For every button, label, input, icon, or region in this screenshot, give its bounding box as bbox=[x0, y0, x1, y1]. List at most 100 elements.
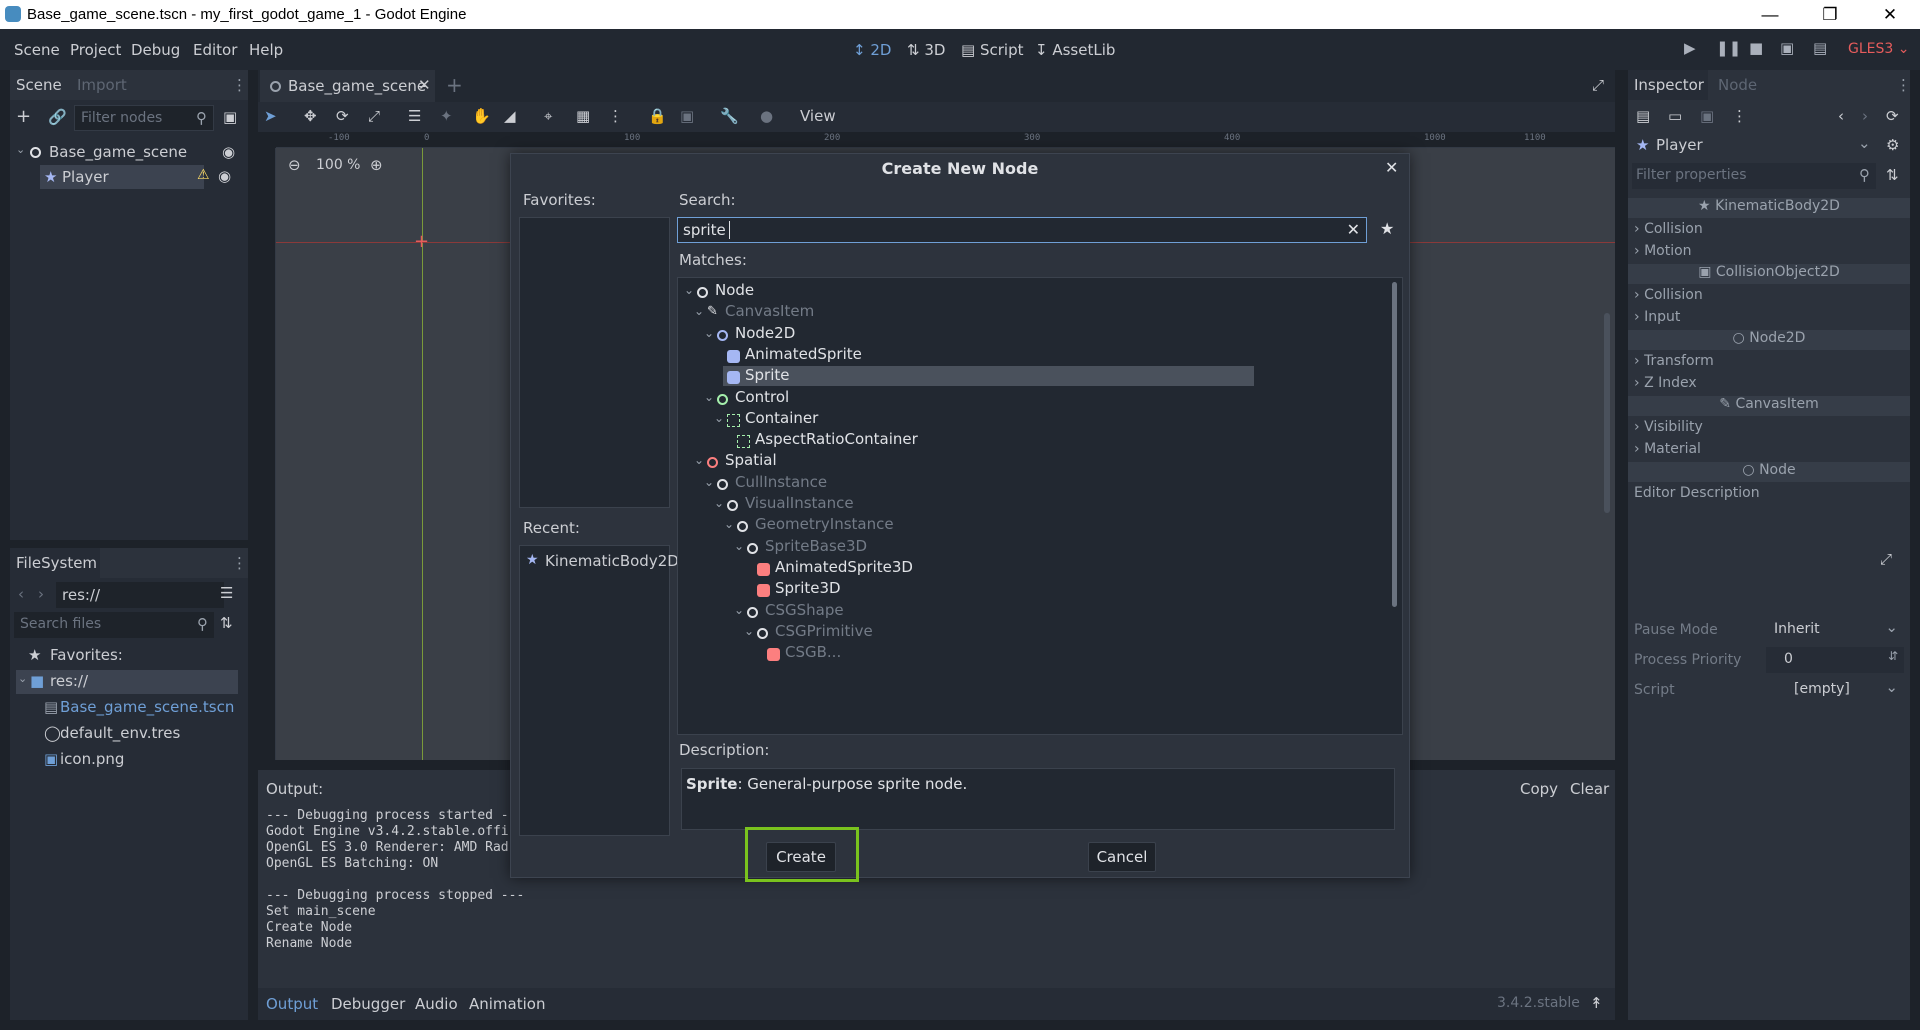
menu-scene[interactable]: Scene bbox=[14, 41, 60, 59]
dock-menu-icon[interactable]: ⋮ bbox=[232, 76, 247, 94]
category-z-index[interactable]: › Z Index bbox=[1634, 375, 1697, 391]
close-dialog-icon[interactable]: ✕ bbox=[1385, 158, 1398, 177]
property-options-icon[interactable]: ⇅ bbox=[1886, 166, 1899, 184]
zoom-out-icon[interactable]: ⊖ bbox=[288, 156, 301, 174]
open-folder-icon[interactable]: ▭ bbox=[1668, 107, 1682, 125]
workspace-assetlib[interactable]: ↧ AssetLib bbox=[1035, 41, 1115, 59]
tree-item-player[interactable]: ★ Player bbox=[40, 165, 204, 189]
forward-icon[interactable]: › bbox=[38, 585, 44, 603]
menu-editor[interactable]: Editor bbox=[193, 41, 237, 59]
history-back-icon[interactable]: ‹ bbox=[1838, 107, 1844, 125]
skeleton-icon[interactable]: 🔧 bbox=[720, 107, 739, 125]
list-select-icon[interactable]: ☰ bbox=[408, 107, 421, 125]
expand-icon[interactable]: ⤢ bbox=[1880, 550, 1892, 568]
pause-mode-select[interactable]: Inherit ⌄ bbox=[1766, 617, 1904, 643]
minimize-icon[interactable]: — bbox=[1740, 0, 1800, 29]
rotate-mode-icon[interactable]: ⟳ bbox=[336, 107, 349, 125]
collapse-arrow-icon[interactable]: ⌄ bbox=[16, 143, 25, 156]
expand-panel-icon[interactable]: ↟ bbox=[1590, 994, 1603, 1012]
snap-options-icon[interactable]: ⋮ bbox=[608, 107, 623, 125]
zoom-in-icon[interactable]: ⊕ bbox=[370, 156, 383, 174]
collapse-arrow-icon[interactable]: ⌄ bbox=[714, 496, 724, 510]
category-material[interactable]: › Material bbox=[1634, 441, 1701, 457]
menu-project[interactable]: Project bbox=[70, 41, 121, 59]
collapse-arrow-icon[interactable]: ⌄ bbox=[704, 390, 714, 404]
close-tab-icon[interactable]: ✕ bbox=[418, 76, 431, 94]
category-collision[interactable]: › Collision bbox=[1634, 287, 1703, 303]
group-icon[interactable]: ▣ bbox=[680, 107, 694, 125]
more-icon[interactable]: ⋮ bbox=[1732, 107, 1747, 125]
editor-description-field[interactable] bbox=[1634, 505, 1904, 605]
favorite-star-icon[interactable]: ★ bbox=[1380, 219, 1394, 238]
process-priority-spinbox[interactable]: 0 ⇵ bbox=[1766, 647, 1904, 673]
create-button[interactable]: Create bbox=[766, 842, 836, 872]
play-custom-scene-icon[interactable]: ▤ bbox=[1813, 39, 1827, 57]
ruler-icon[interactable]: ◢ bbox=[504, 107, 516, 125]
tab-inspector[interactable]: Inspector bbox=[1628, 70, 1708, 100]
cancel-button[interactable]: Cancel bbox=[1088, 842, 1156, 872]
collapse-arrow-icon[interactable]: ⌄ bbox=[694, 304, 704, 318]
dock-menu-icon[interactable]: ⋮ bbox=[1896, 76, 1911, 94]
filter-nodes-input[interactable]: Filter nodes ⚲ bbox=[74, 105, 214, 131]
tab-animation[interactable]: Animation bbox=[469, 995, 545, 1013]
category-visibility[interactable]: › Visibility bbox=[1634, 419, 1703, 435]
move-mode-icon[interactable]: ✥ bbox=[304, 107, 317, 125]
instance-scene-icon[interactable]: ▣ bbox=[223, 108, 237, 126]
collapse-arrow-icon[interactable]: ⌄ bbox=[694, 453, 704, 467]
menu-help[interactable]: Help bbox=[249, 41, 283, 59]
collapse-arrow-icon[interactable]: ⌄ bbox=[734, 539, 744, 553]
copy-button[interactable]: Copy bbox=[1520, 780, 1558, 798]
link-icon[interactable]: 🔗 bbox=[48, 108, 67, 126]
lock-icon[interactable]: 🔒 bbox=[648, 107, 667, 125]
pivot-icon[interactable]: ✦ bbox=[440, 107, 453, 125]
match-item[interactable]: CSGB... bbox=[678, 642, 1398, 668]
tab-node[interactable]: Node bbox=[1718, 76, 1757, 94]
category-input[interactable]: › Input bbox=[1634, 309, 1680, 325]
pan-icon[interactable]: ✋ bbox=[472, 107, 491, 125]
smart-snap-icon[interactable]: ⌖ bbox=[544, 107, 552, 125]
sort-icon[interactable]: ⇅ bbox=[220, 614, 233, 632]
save-icon[interactable]: ▣ bbox=[1700, 107, 1714, 125]
collapse-arrow-icon[interactable]: ⌄ bbox=[714, 411, 724, 425]
tree-item-base-game-scene[interactable]: ⌄ Base_game_scene ◉ bbox=[14, 140, 244, 164]
viewport-scrollbar[interactable] bbox=[1604, 313, 1610, 513]
collapse-arrow-icon[interactable]: ⌄ bbox=[704, 475, 714, 489]
visibility-eye-icon[interactable]: ◉ bbox=[218, 167, 231, 185]
add-tab-icon[interactable]: + bbox=[446, 73, 463, 97]
matches-scrollbar[interactable] bbox=[1392, 282, 1397, 607]
clear-search-icon[interactable]: ✕ bbox=[1347, 220, 1360, 239]
collapse-arrow-icon[interactable]: ⌄ bbox=[744, 624, 754, 638]
back-icon[interactable]: ‹ bbox=[18, 585, 24, 603]
warning-icon[interactable]: ⚠ bbox=[197, 167, 210, 183]
scene-tab[interactable]: Base_game_scene ✕ bbox=[260, 70, 435, 102]
collapse-arrow-icon[interactable]: ⌄ bbox=[18, 672, 27, 685]
tab-import[interactable]: Import bbox=[77, 76, 127, 94]
script-resource-picker[interactable]: [empty] ⌄ bbox=[1766, 677, 1904, 703]
scale-mode-icon[interactable]: ⤢ bbox=[368, 107, 380, 125]
select-mode-icon[interactable]: ➤ bbox=[264, 107, 277, 125]
history-icon[interactable]: ⟳ bbox=[1886, 107, 1899, 125]
dock-menu-icon[interactable]: ⋮ bbox=[232, 554, 247, 572]
object-selector[interactable]: ★ Player ⌄ bbox=[1634, 134, 1874, 158]
workspace-2d[interactable]: ↕ 2D bbox=[853, 41, 891, 59]
matches-tree[interactable]: ⌄ Node ⌄ ✎ CanvasItem ⌄ Node2D AnimatedSprite Sp… bbox=[677, 277, 1403, 735]
collapse-arrow-icon[interactable]: ⌄ bbox=[684, 283, 694, 297]
search-input[interactable]: sprite ✕ bbox=[677, 217, 1367, 243]
tab-debugger[interactable]: Debugger bbox=[331, 995, 405, 1013]
collapse-arrow-icon[interactable]: ⌄ bbox=[724, 517, 734, 531]
pause-icon[interactable]: ❚❚ bbox=[1716, 39, 1741, 57]
tab-scene[interactable]: Scene bbox=[16, 76, 62, 94]
tab-filesystem[interactable]: FileSystem bbox=[10, 548, 100, 578]
workspace-3d[interactable]: ⇅ 3D bbox=[907, 41, 945, 59]
favorites-item[interactable]: ★ Favorites: bbox=[16, 644, 242, 668]
filter-properties-input[interactable]: Filter properties ⚲ bbox=[1632, 163, 1876, 189]
tab-output[interactable]: Output bbox=[266, 995, 318, 1013]
restore-icon[interactable]: ❐ bbox=[1800, 0, 1860, 29]
play-scene-icon[interactable]: ▣ bbox=[1780, 39, 1794, 57]
workspace-script[interactable]: ▤ Script bbox=[961, 41, 1023, 59]
search-files-input[interactable]: Search files ⚲ bbox=[14, 612, 214, 638]
stop-icon[interactable]: ■ bbox=[1749, 39, 1763, 57]
tab-audio[interactable]: Audio bbox=[415, 995, 458, 1013]
visibility-eye-icon[interactable]: ◉ bbox=[222, 143, 235, 161]
category-transform[interactable]: › Transform bbox=[1634, 353, 1714, 369]
